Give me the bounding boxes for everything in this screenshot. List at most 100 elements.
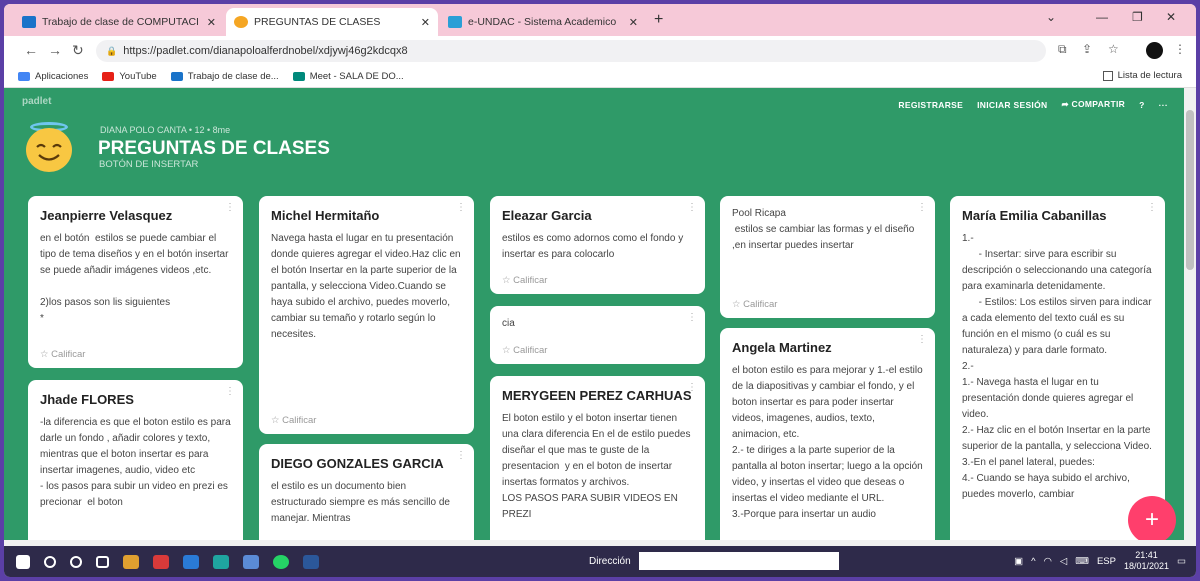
bookmark-apps[interactable]: Aplicaciones (18, 71, 88, 82)
show-hidden-icon[interactable]: ^ (1031, 556, 1035, 567)
wifi-icon[interactable]: ◠ (1044, 556, 1052, 567)
tab-undac[interactable]: e-UNDAC - Sistema Academico ✕ (440, 8, 646, 36)
profile-avatar[interactable] (1146, 42, 1163, 59)
tab-trabajo[interactable]: Trabajo de clase de COMPUTACI ✕ (14, 8, 224, 36)
padlet-logo[interactable]: padlet (22, 96, 51, 107)
post-card[interactable]: ⋮ cia ☆ Calificar (490, 306, 705, 364)
post-card[interactable]: ⋮ Jhade FLORES -la diferencia es que el … (28, 380, 243, 540)
rate-label: Calificar (513, 345, 548, 356)
address-input[interactable] (638, 552, 839, 570)
angel-emoji-icon (26, 128, 72, 172)
windows-taskbar: Dirección ▣ ^ ◠ ◁ ⌨ ESP 21:41 18/01/2021… (4, 546, 1196, 577)
menu-icon[interactable]: ⋮ (1174, 42, 1186, 56)
post-body: el estilo es un documento bien estructur… (271, 480, 453, 524)
rate-button[interactable]: ☆ Calificar (732, 299, 777, 310)
cast-icon[interactable]: ⧉ (1058, 42, 1067, 57)
search-icon[interactable] (44, 555, 56, 568)
bookmark-trabajo[interactable]: Trabajo de clase de... (170, 71, 279, 82)
close-window-button[interactable]: ✕ (1166, 10, 1176, 24)
tray-app-icon[interactable]: ▣ (1014, 556, 1023, 567)
bookmark-star-icon[interactable]: ☆ (1108, 42, 1119, 56)
app-icon[interactable] (153, 554, 169, 569)
reading-list-label: Lista de lectura (1117, 70, 1182, 81)
apps-grid-icon (18, 72, 30, 81)
vertical-scrollbar[interactable] (1184, 88, 1196, 540)
tab-preguntas[interactable]: PREGUNTAS DE CLASES ✕ (226, 8, 438, 36)
classroom-icon (22, 16, 36, 28)
minimize-button[interactable]: — (1096, 10, 1108, 24)
post-menu-icon[interactable]: ⋮ (687, 312, 697, 323)
clock[interactable]: 21:41 18/01/2021 (1124, 550, 1169, 572)
bookmark-youtube[interactable]: YouTube (102, 71, 157, 82)
post-menu-icon[interactable]: ⋮ (917, 334, 927, 345)
post-card[interactable]: ⋮ MERYGEEN PEREZ CARHUAS El boton estilo… (490, 376, 705, 540)
notifications-icon[interactable]: ▭ (1177, 556, 1186, 567)
back-icon[interactable]: ← (24, 42, 38, 58)
post-card[interactable]: ⋮ Angela Martinez el boton estilo es par… (720, 328, 935, 540)
post-title: Jhade FLORES (40, 392, 134, 407)
post-card[interactable]: ⋮ María Emilia Cabanillas 1.- - Insertar… (950, 196, 1165, 540)
whatsapp-icon[interactable] (273, 554, 289, 569)
cortana-icon[interactable] (70, 555, 82, 568)
rate-button[interactable]: ☆ Calificar (271, 415, 316, 426)
url-bar[interactable]: 🔒 https://padlet.com/dianapoloalferdnobe… (96, 40, 1046, 62)
post-menu-icon[interactable]: ⋮ (456, 450, 466, 461)
edge-icon[interactable] (213, 554, 229, 569)
language-indicator[interactable]: ESP (1097, 556, 1116, 567)
maximize-button[interactable]: ❐ (1132, 10, 1143, 24)
post-title: DIEGO GONZALES GARCIA (271, 456, 444, 471)
post-card[interactable]: ⋮ DIEGO GONZALES GARCIA el estilo es un … (259, 444, 474, 540)
post-menu-icon[interactable]: ⋮ (687, 382, 697, 393)
reload-icon[interactable]: ↻ (72, 42, 84, 59)
keyboard-icon[interactable]: ⌨ (1075, 556, 1089, 567)
bookmark-meet[interactable]: Meet - SALA DE DO... (292, 71, 404, 82)
chrome-icon[interactable] (243, 554, 259, 569)
rate-button[interactable]: ☆ Calificar (502, 345, 547, 356)
add-post-button[interactable]: + (1128, 496, 1176, 544)
file-explorer-icon[interactable] (123, 554, 139, 569)
post-menu-icon[interactable]: ⋮ (687, 202, 697, 213)
register-button[interactable]: REGISTRARSE (898, 100, 963, 110)
rate-label: Calificar (51, 349, 86, 360)
reading-list[interactable]: Lista de lectura (1102, 70, 1182, 81)
post-card[interactable]: ⋮ Jeanpierre Velasquez en el botón estil… (28, 196, 243, 368)
close-icon[interactable]: ✕ (421, 16, 430, 29)
post-card[interactable]: ⋮ Eleazar Garcia estilos es como adornos… (490, 196, 705, 294)
forward-icon[interactable]: → (48, 42, 62, 58)
more-icon[interactable]: ··· (1159, 100, 1168, 110)
post-card[interactable]: ⋮ Michel Hermitaño Navega hasta el lugar… (259, 196, 474, 434)
post-menu-icon[interactable]: ⋮ (1147, 202, 1157, 213)
rate-button[interactable]: ☆ Calificar (502, 275, 547, 286)
post-menu-icon[interactable]: ⋮ (456, 202, 466, 213)
post-body: El boton estilo y el boton insertar tien… (502, 412, 691, 520)
share-button[interactable]: ➦ COMPARTIR (1061, 99, 1125, 110)
youtube-icon (102, 72, 115, 81)
padlet-board: padlet REGISTRARSE INICIAR SESIÓN ➦ COMP… (4, 88, 1184, 540)
login-button[interactable]: INICIAR SESIÓN (977, 100, 1047, 110)
share-icon[interactable]: ⇪ (1082, 42, 1092, 56)
rate-button[interactable]: ☆ Calificar (40, 349, 85, 360)
tab-search-icon[interactable]: ⌄ (1046, 10, 1056, 24)
task-view-icon[interactable] (96, 555, 109, 568)
post-body: cia (502, 318, 515, 329)
padlet-icon (234, 16, 248, 28)
post-menu-icon[interactable]: ⋮ (225, 386, 235, 397)
post-menu-icon[interactable]: ⋮ (917, 202, 927, 213)
mail-icon[interactable] (183, 554, 199, 569)
volume-icon[interactable]: ◁ (1060, 556, 1067, 567)
address-label: Dirección (589, 555, 631, 567)
word-icon[interactable] (303, 554, 319, 569)
scroll-thumb[interactable] (1186, 110, 1194, 270)
post-body: estilos se cambiar las formas y el diseñ… (732, 224, 918, 251)
new-tab-button[interactable]: + (654, 11, 663, 29)
help-icon[interactable]: ? (1139, 100, 1145, 110)
bookmark-label: YouTube (119, 71, 157, 82)
post-card[interactable]: ⋮ Pool Ricapa estilos se cambiar las for… (720, 196, 935, 318)
close-icon[interactable]: ✕ (207, 16, 216, 29)
post-title: Jeanpierre Velasquez (40, 208, 173, 223)
close-icon[interactable]: ✕ (629, 16, 638, 29)
post-title: Michel Hermitaño (271, 208, 380, 223)
tab-label: PREGUNTAS DE CLASES (254, 16, 381, 28)
windows-start-icon[interactable] (16, 554, 30, 569)
post-menu-icon[interactable]: ⋮ (225, 202, 235, 213)
